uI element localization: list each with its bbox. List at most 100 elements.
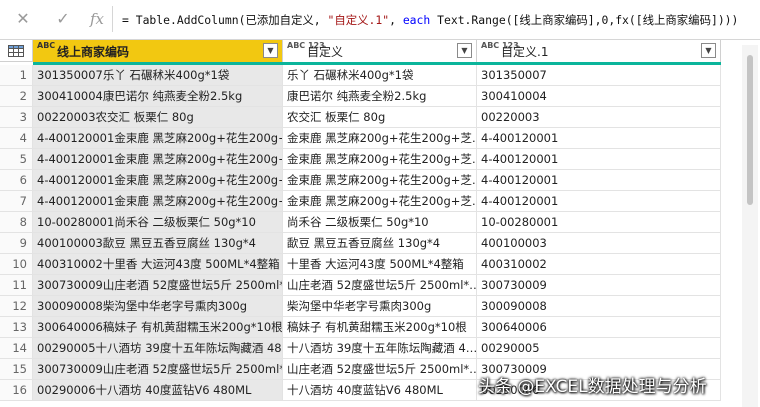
formula-separator: , (389, 13, 403, 27)
cell-custom-1[interactable]: 00220003 (477, 107, 721, 127)
cell-online-merchant-code[interactable]: 400100003歃豆 黑豆五香豆腐丝 130g*4 (33, 233, 283, 253)
table-row[interactable]: 14 00290005十八酒坊 39度十五年陈坛陶藏酒 48… 十八酒坊 39度十五… (0, 338, 721, 359)
formula-bar: ✕ ✓ fx = Table.AddColumn(已添加自定义, "自定义.1"… (0, 0, 760, 40)
cell-custom[interactable]: 金束鹿 黑芝麻200g+花生200g+芝… (283, 128, 477, 148)
cell-custom-1[interactable]: 300640006 (477, 317, 721, 337)
cell-custom-1[interactable]: 301350007 (477, 65, 721, 85)
row-number[interactable]: 6 (0, 170, 33, 190)
row-number[interactable]: 8 (0, 212, 33, 232)
row-number[interactable]: 2 (0, 86, 33, 106)
row-number[interactable]: 9 (0, 233, 33, 253)
row-number[interactable]: 13 (0, 317, 33, 337)
table-row[interactable]: 10 400310002十里香 大运河43度 500ML*4整箱 十里香 大运河43… (0, 254, 721, 275)
cell-custom[interactable]: 金束鹿 黑芝麻200g+花生200g+芝… (283, 191, 477, 211)
table-row[interactable]: 1 301350007乐丫 石碾秫米400g*1袋 乐丫 石碾秫米400g*1袋 30… (0, 65, 721, 86)
filter-dropdown-icon[interactable]: ▼ (701, 43, 716, 58)
formula-keyword: each (402, 13, 431, 27)
cell-online-merchant-code[interactable]: 4-400120001金束鹿 黑芝麻200g+花生200g+… (33, 149, 283, 169)
cell-online-merchant-code[interactable]: 00290005十八酒坊 39度十五年陈坛陶藏酒 48… (33, 338, 283, 358)
cell-custom[interactable]: 十八酒坊 39度十五年陈坛陶藏酒 4… (283, 338, 477, 358)
table-row[interactable]: 4 4-400120001金束鹿 黑芝麻200g+花生200g+… 金束鹿 黑芝麻2… (0, 128, 721, 149)
cell-custom-1[interactable]: 4-400120001 (477, 191, 721, 211)
cell-custom[interactable]: 康巴诺尔 纯燕麦全粉2.5kg (283, 86, 477, 106)
cell-custom-1[interactable]: 4-400120001 (477, 128, 721, 148)
formula-string-literal: "自定义.1" (327, 13, 390, 27)
formula-suffix: Text.Range([线上商家编码],0,fx([线上商家编码]))) (430, 13, 739, 27)
cell-online-merchant-code[interactable]: 4-400120001金束鹿 黑芝麻200g+花生200g+… (33, 128, 283, 148)
cell-custom[interactable]: 歃豆 黑豆五香豆腐丝 130g*4 (283, 233, 477, 253)
row-number[interactable]: 10 (0, 254, 33, 274)
cell-custom-1[interactable]: 300090008 (477, 296, 721, 316)
cell-custom[interactable]: 稿妹子 有机黄甜糯玉米200g*10根 (283, 317, 477, 337)
column-header-custom[interactable]: ABC 123 自定义 ▼ (283, 40, 477, 62)
data-grid: ABC 线上商家编码 ▼ ABC 123 自定义 ▼ ABC 123 自定义.1… (0, 40, 760, 407)
row-number[interactable]: 4 (0, 128, 33, 148)
table-row[interactable]: 7 4-400120001金束鹿 黑芝麻200g+花生200g+… 金束鹿 黑芝麻2… (0, 191, 721, 212)
vertical-scrollbar[interactable] (742, 45, 758, 407)
table-row[interactable]: 3 00220003农交汇 板栗仁 80g 农交汇 板栗仁 80g 00220003 (0, 107, 721, 128)
cell-online-merchant-code[interactable]: 00290006十八酒坊 40度蓝钻V6 480ML (33, 380, 283, 400)
cancel-icon[interactable]: ✕ (12, 8, 34, 30)
table-row[interactable]: 2 300410004康巴诺尔 纯燕麦全粉2.5kg 康巴诺尔 纯燕麦全粉2.5kg… (0, 86, 721, 107)
function-icon[interactable]: fx (86, 8, 108, 30)
formula-bar-divider (112, 6, 113, 32)
cell-custom[interactable]: 十八酒坊 40度蓝钻V6 480ML (283, 380, 477, 400)
cell-custom-1[interactable]: 400310002 (477, 254, 721, 274)
cell-online-merchant-code[interactable]: 300090008柴沟堡中华老字号熏肉300g (33, 296, 283, 316)
watermark: 头条 @EXCEL数据处理与分析 (478, 377, 707, 397)
text-type-icon[interactable]: ABC (37, 42, 55, 50)
table-row[interactable]: 8 10-00280001尚禾谷 二级板栗仁 50g*10 尚禾谷 二级板栗仁 50… (0, 212, 721, 233)
filter-dropdown-icon[interactable]: ▼ (263, 43, 278, 58)
formula-input[interactable]: = Table.AddColumn(已添加自定义, "自定义.1", each … (122, 12, 758, 28)
column-header-custom-1[interactable]: ABC 123 自定义.1 ▼ (477, 40, 721, 62)
confirm-icon[interactable]: ✓ (52, 8, 74, 30)
row-number[interactable]: 3 (0, 107, 33, 127)
row-number[interactable]: 14 (0, 338, 33, 358)
table-row[interactable]: 9 400100003歃豆 黑豆五香豆腐丝 130g*4 歃豆 黑豆五香豆腐丝 13… (0, 233, 721, 254)
scrollbar-thumb[interactable] (747, 55, 753, 205)
cell-custom[interactable]: 山庄老酒 52度盛世坛5斤 2500ml*… (283, 359, 477, 379)
table-row[interactable]: 12 300090008柴沟堡中华老字号熏肉300g 柴沟堡中华老字号熏肉300g 3… (0, 296, 721, 317)
cell-online-merchant-code[interactable]: 4-400120001金束鹿 黑芝麻200g+花生200g+… (33, 170, 283, 190)
cell-custom[interactable]: 乐丫 石碾秫米400g*1袋 (283, 65, 477, 85)
cell-custom[interactable]: 尚禾谷 二级板栗仁 50g*10 (283, 212, 477, 232)
cell-custom-1[interactable]: 4-400120001 (477, 149, 721, 169)
cell-online-merchant-code[interactable]: 301350007乐丫 石碾秫米400g*1袋 (33, 65, 283, 85)
cell-online-merchant-code[interactable]: 300730009山庄老酒 52度盛世坛5斤 2500ml*… (33, 359, 283, 379)
cell-custom-1[interactable]: 10-00280001 (477, 212, 721, 232)
cell-online-merchant-code[interactable]: 10-00280001尚禾谷 二级板栗仁 50g*10 (33, 212, 283, 232)
cell-online-merchant-code[interactable]: 4-400120001金束鹿 黑芝麻200g+花生200g+… (33, 191, 283, 211)
cell-custom[interactable]: 金束鹿 黑芝麻200g+花生200g+芝… (283, 170, 477, 190)
cell-custom-1[interactable]: 300410004 (477, 86, 721, 106)
table-row[interactable]: 6 4-400120001金束鹿 黑芝麻200g+花生200g+… 金束鹿 黑芝麻2… (0, 170, 721, 191)
cell-online-merchant-code[interactable]: 00220003农交汇 板栗仁 80g (33, 107, 283, 127)
cell-custom-1[interactable]: 400100003 (477, 233, 721, 253)
row-number[interactable]: 5 (0, 149, 33, 169)
cell-custom-1[interactable]: 00290005 (477, 338, 721, 358)
cell-online-merchant-code[interactable]: 400310002十里香 大运河43度 500ML*4整箱 (33, 254, 283, 274)
cell-online-merchant-code[interactable]: 300410004康巴诺尔 纯燕麦全粉2.5kg (33, 86, 283, 106)
table-menu-button[interactable] (0, 40, 33, 62)
cell-custom[interactable]: 柴沟堡中华老字号熏肉300g (283, 296, 477, 316)
cell-custom[interactable]: 金束鹿 黑芝麻200g+花生200g+芝… (283, 149, 477, 169)
row-number[interactable]: 7 (0, 191, 33, 211)
table-row[interactable]: 11 300730009山庄老酒 52度盛世坛5斤 2500ml*… 山庄老酒 52… (0, 275, 721, 296)
cell-custom[interactable]: 十里香 大运河43度 500ML*4整箱 (283, 254, 477, 274)
column-header-label: 线上商家编码 (57, 45, 130, 59)
cell-custom-1[interactable]: 300730009 (477, 275, 721, 295)
cell-custom-1[interactable]: 4-400120001 (477, 170, 721, 190)
row-number[interactable]: 11 (0, 275, 33, 295)
column-header-online-merchant-code[interactable]: ABC 线上商家编码 ▼ (33, 40, 283, 62)
row-number[interactable]: 12 (0, 296, 33, 316)
cell-online-merchant-code[interactable]: 300640006稿妹子 有机黄甜糯玉米200g*10根 (33, 317, 283, 337)
table-row[interactable]: 13 300640006稿妹子 有机黄甜糯玉米200g*10根 稿妹子 有机黄甜糯玉… (0, 317, 721, 338)
cell-custom[interactable]: 农交汇 板栗仁 80g (283, 107, 477, 127)
cell-custom[interactable]: 山庄老酒 52度盛世坛5斤 2500ml*… (283, 275, 477, 295)
table-row[interactable]: 5 4-400120001金束鹿 黑芝麻200g+花生200g+… 金束鹿 黑芝麻2… (0, 149, 721, 170)
row-number[interactable]: 1 (0, 65, 33, 85)
filter-dropdown-icon[interactable]: ▼ (457, 43, 472, 58)
cell-online-merchant-code[interactable]: 300730009山庄老酒 52度盛世坛5斤 2500ml*… (33, 275, 283, 295)
row-number[interactable]: 16 (0, 380, 33, 400)
formula-prefix: = Table.AddColumn(已添加自定义, (122, 13, 328, 27)
row-number[interactable]: 15 (0, 359, 33, 379)
